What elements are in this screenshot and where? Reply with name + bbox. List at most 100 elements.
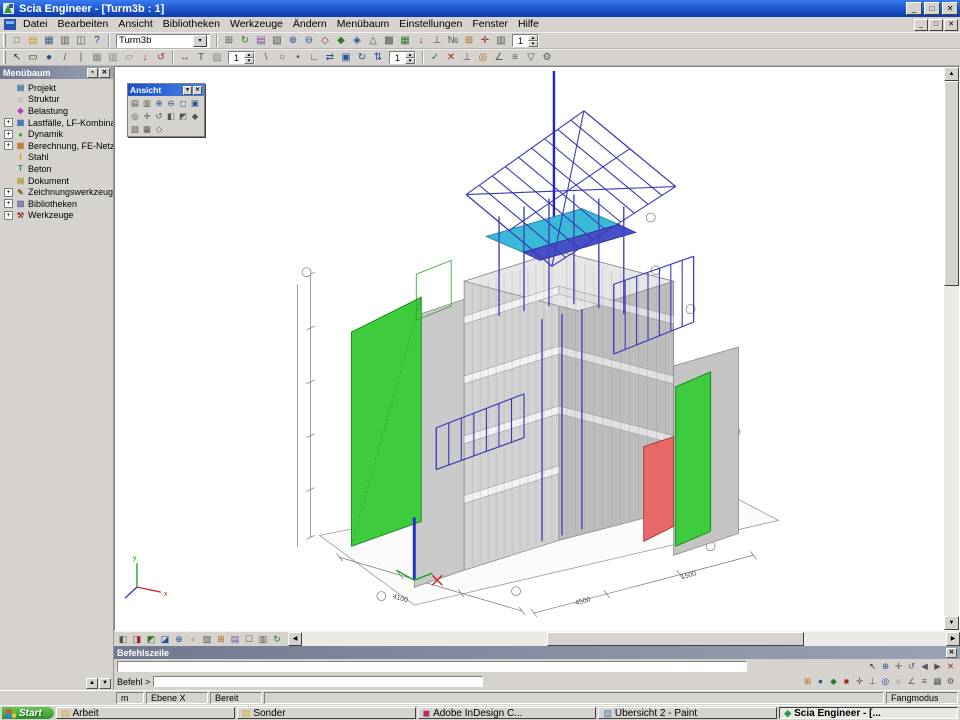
tracking-toggle-icon[interactable]: ≡	[918, 675, 931, 688]
menu-item-bibliotheken[interactable]: Bibliotheken	[158, 17, 225, 32]
menu-item-werkzeuge[interactable]: Werkzeuge	[225, 17, 288, 32]
view-y-icon[interactable]: ◆	[333, 33, 349, 48]
pan-icon[interactable]: ✛	[141, 110, 153, 122]
taskbar-item-arbeit[interactable]: ▤Arbeit	[56, 707, 235, 719]
zoom-in-icon[interactable]: ⊕	[285, 33, 301, 48]
structure-display-icon[interactable]: ▦	[397, 33, 413, 48]
command-history[interactable]	[117, 661, 747, 672]
open-icon[interactable]: ▤	[25, 33, 41, 48]
combo-dropdown-icon[interactable]: ▾	[193, 35, 207, 47]
pin-icon[interactable]: ▪	[87, 68, 98, 78]
horizontal-scrollbar[interactable]: ◀ ▶	[288, 632, 960, 646]
menu-item-men-baum[interactable]: Menübaum	[332, 17, 395, 32]
tracking-icon[interactable]: ∠	[491, 50, 507, 65]
scale-spinner-1[interactable]: 1 ▲ ▼	[512, 34, 539, 47]
clipping-icon[interactable]: ▥	[256, 632, 270, 646]
point-load-icon[interactable]: ↓	[137, 50, 153, 65]
toolbar-grip[interactable]	[3, 51, 6, 64]
supports-display-icon[interactable]: ⊥	[429, 33, 445, 48]
mdi-restore-button[interactable]: □	[929, 19, 943, 31]
view-x-icon[interactable]: ◇	[317, 33, 333, 48]
start-button[interactable]: Start	[2, 707, 54, 719]
snap-intersection-icon[interactable]: ✛	[853, 675, 866, 688]
select-box-icon[interactable]: ▭	[25, 50, 41, 65]
menu-item-fenster[interactable]: Fenster	[467, 17, 513, 32]
zoom-in-icon[interactable]: ⊕	[153, 97, 165, 109]
display-options-icon[interactable]: ▧	[269, 33, 285, 48]
sidebar-item-stahl[interactable]: IStahl	[2, 152, 113, 164]
coordinates-icon[interactable]: ≡	[507, 50, 523, 65]
dimension-icon[interactable]: ↔	[177, 50, 193, 65]
perspective-icon[interactable]: ◇	[153, 123, 165, 135]
snap-node-icon[interactable]: ●	[814, 675, 827, 688]
axo-view-icon[interactable]: ◧	[116, 632, 130, 646]
loads-display-icon[interactable]: ↓	[413, 33, 429, 48]
zoom-icon[interactable]: ⊕	[172, 632, 186, 646]
snap-perpendicular-icon[interactable]: ⊥	[866, 675, 879, 688]
top-view-icon[interactable]: ◩	[177, 110, 189, 122]
rotate-view-icon[interactable]: ↺	[153, 110, 165, 122]
horizontal-scrollbar-thumb[interactable]	[547, 632, 805, 646]
spinner-down-icon[interactable]: ▼	[244, 58, 254, 64]
redraw-icon[interactable]: ↻	[270, 632, 284, 646]
scroll-right-icon[interactable]: ▶	[946, 632, 960, 646]
zoom-cmd-icon[interactable]: ⊕	[879, 660, 892, 673]
ansicht-floating-toolbar[interactable]: Ansicht ▾ ✕ ▤▥⊕⊖◻▣ ◎✛↺◧◩◆ ▨▦◇	[127, 83, 205, 137]
expander-icon[interactable]: +	[4, 118, 13, 127]
spinner-down-icon[interactable]: ▼	[528, 41, 538, 47]
view-y-icon[interactable]: ◩	[144, 632, 158, 646]
snap-midpoint-icon[interactable]: ◆	[827, 675, 840, 688]
taskbar-item-scia-engineer[interactable]: ◆Scia Engineer - [...	[779, 707, 958, 719]
view-settings-icon[interactable]: ▥	[141, 97, 153, 109]
hatch-icon[interactable]: ▨	[209, 50, 225, 65]
menu-item-datei[interactable]: Datei	[18, 17, 53, 32]
rotate-icon[interactable]: ↻	[354, 50, 370, 65]
mirror-icon[interactable]: ⇅	[370, 50, 386, 65]
model-viewport[interactable]: 4100 4500 1500	[114, 66, 960, 631]
project-combo[interactable]: ▾	[116, 34, 210, 48]
coords-toggle-icon[interactable]: ▦	[931, 675, 944, 688]
column-icon[interactable]: |	[73, 50, 89, 65]
labels-icon[interactable]: ▫	[186, 632, 200, 646]
sidebar-scroll-up-icon[interactable]: ▲	[86, 678, 98, 689]
zoom-out-icon[interactable]: ⊖	[165, 97, 177, 109]
sidebar-item-projekt[interactable]: ▤Projekt	[2, 82, 113, 94]
gallery-icon[interactable]: ▥	[493, 33, 509, 48]
render-icon[interactable]: ▨	[200, 632, 214, 646]
snap-toggle-icon[interactable]: ✛	[477, 33, 493, 48]
sidebar-item-zeichnungswerkzeuge[interactable]: +✎Zeichnungswerkzeuge	[2, 186, 113, 198]
cancel-icon[interactable]: ✕	[443, 50, 459, 65]
status-plane[interactable]: Ebene X	[146, 692, 208, 704]
sidebar-scroll-down-icon[interactable]: ▼	[99, 678, 111, 689]
sidebar-item-belastung[interactable]: ◆Belastung	[2, 105, 113, 117]
move-icon[interactable]: ⇄	[322, 50, 338, 65]
scale-spinner-2[interactable]: 1 ▲ ▼	[228, 51, 255, 64]
copy-image-icon[interactable]: ▨	[129, 123, 141, 135]
rotate-cmd-icon[interactable]: ↺	[905, 660, 918, 673]
print-icon[interactable]: ▥	[57, 33, 73, 48]
numbering-icon[interactable]: №	[445, 33, 461, 48]
ansicht-toolbar-header[interactable]: Ansicht ▾ ✕	[128, 84, 204, 96]
snap-grid-icon[interactable]: ⊞	[801, 675, 814, 688]
wall-icon[interactable]: ▥	[105, 50, 121, 65]
maximize-button[interactable]: □	[924, 2, 940, 15]
vertical-scrollbar[interactable]: ▲ ▼	[944, 67, 959, 630]
scroll-left-icon[interactable]: ◀	[288, 632, 302, 646]
next-cmd-icon[interactable]: ▶	[931, 660, 944, 673]
ansicht-dropdown-icon[interactable]: ▾	[183, 86, 192, 95]
snap-center-icon[interactable]: ◎	[879, 675, 892, 688]
expander-icon[interactable]: +	[4, 211, 13, 220]
front-view-icon[interactable]: ◧	[165, 110, 177, 122]
magnify-icon[interactable]: ◎	[129, 110, 141, 122]
spinner-down-icon[interactable]: ▼	[405, 58, 415, 64]
opening-icon[interactable]: ▱	[121, 50, 137, 65]
sidebar-item-lastf-lle-lf-kombinationen[interactable]: +▦Lastfälle, LF-Kombinationen	[2, 117, 113, 129]
ansicht-close-icon[interactable]: ✕	[193, 86, 202, 95]
expander-icon[interactable]: +	[4, 188, 13, 197]
pan-cmd-icon[interactable]: ✛	[892, 660, 905, 673]
sidebar-item-dokument[interactable]: ▤Dokument	[2, 175, 113, 187]
select-arrow-icon[interactable]: ↖	[866, 660, 879, 673]
sidebar-item-struktur[interactable]: ⌂Struktur	[2, 94, 113, 106]
sidebar-item-werkzeuge[interactable]: +⚒Werkzeuge	[2, 210, 113, 222]
save-view-icon[interactable]: ▦	[141, 123, 153, 135]
